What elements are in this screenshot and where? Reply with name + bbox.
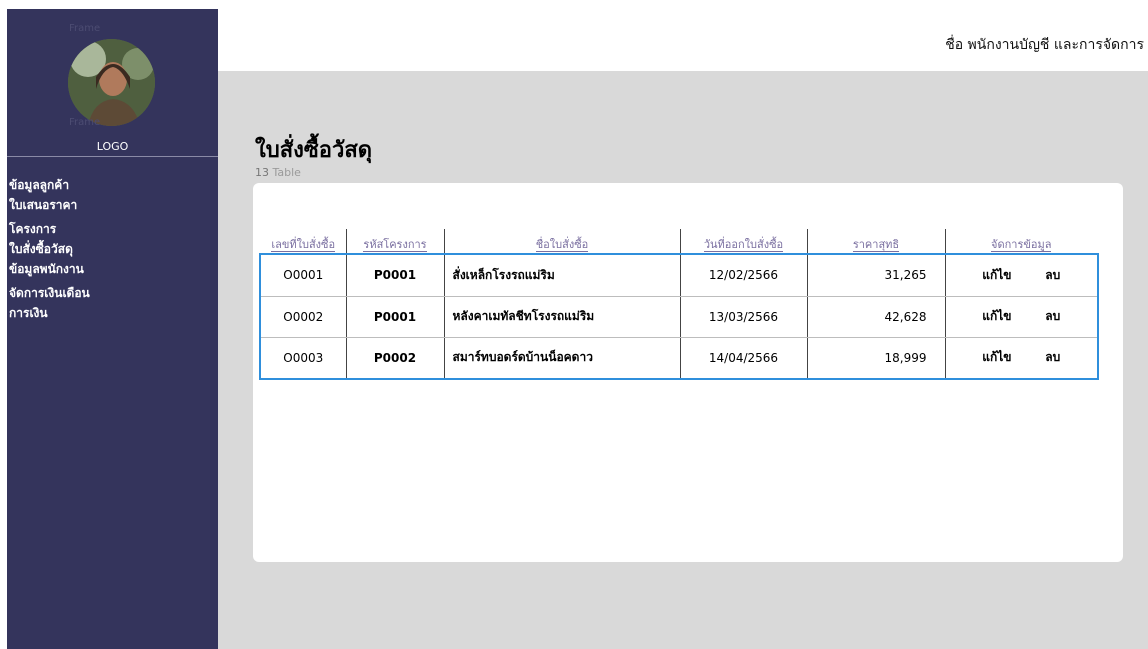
table-count-label: Table <box>269 166 301 179</box>
sidebar: Frame Frame LOGO ข้อมูลลูกค้า ใบเสนอราคา… <box>7 9 218 649</box>
top-bar: ชื่อ พนักงานบัญชี และการจัดการ <box>218 9 1148 71</box>
sidebar-item-projects[interactable]: โครงการ <box>7 219 90 239</box>
column-header-price: ราคาสุทธิ <box>807 229 946 255</box>
sidebar-item-payroll[interactable]: จัดการเงินเดือน <box>7 283 90 303</box>
cell-project-code: P0001 <box>346 296 445 338</box>
sidebar-item-employees[interactable]: ข้อมูลพนักงาน <box>7 259 90 279</box>
table-header-row: เลขที่ใบสั่งซื้อ รหัสโครงการ ชื่อใบสั่งซ… <box>261 229 1097 255</box>
logo-label: LOGO <box>96 140 129 153</box>
avatar-photo <box>68 39 155 126</box>
cell-price: 18,999 <box>807 337 946 378</box>
cell-price: 31,265 <box>807 255 946 297</box>
cell-po-name: สั่งเหล็กโรงรถแม่ริม <box>444 255 681 297</box>
page-title: ใบสั่งซื้อวัสดุ <box>255 138 373 163</box>
purchase-order-table: เลขที่ใบสั่งซื้อ รหัสโครงการ ชื่อใบสั่งซ… <box>259 229 1099 380</box>
table-row: O0003 P0002 สมาร์ทบอดร์ดบ้านน็อคดาว 14/0… <box>261 337 1097 378</box>
delete-button[interactable]: ลบ <box>1045 268 1060 282</box>
frame-tag: Frame <box>69 23 101 34</box>
cell-date: 13/03/2566 <box>680 296 808 338</box>
sidebar-item-purchase-orders[interactable]: ใบสั่งซื้อวัสดุ <box>7 239 90 259</box>
sidebar-item-customers[interactable]: ข้อมูลลูกค้า <box>7 175 90 195</box>
sidebar-nav: ข้อมูลลูกค้า ใบเสนอราคา โครงการ ใบสั่งซื… <box>7 175 90 323</box>
delete-button[interactable]: ลบ <box>1045 309 1060 323</box>
edit-button[interactable]: แก้ไข <box>982 350 1011 364</box>
cell-po-no: O0001 <box>261 255 347 297</box>
cell-date: 14/04/2566 <box>680 337 808 378</box>
cell-actions: แก้ไข ลบ <box>945 337 1097 378</box>
cell-po-no: O0003 <box>261 337 347 378</box>
page-subtitle: 13 Table <box>255 166 301 179</box>
table-row: O0001 P0001 สั่งเหล็กโรงรถแม่ริม 12/02/2… <box>261 255 1097 297</box>
cell-date: 12/02/2566 <box>680 255 808 297</box>
cell-project-code: P0001 <box>346 255 445 297</box>
cell-po-no: O0002 <box>261 296 347 338</box>
delete-button[interactable]: ลบ <box>1045 350 1060 364</box>
user-name: ชื่อ พนักงานบัญชี และการจัดการ <box>945 37 1144 53</box>
table-count: 13 <box>255 166 269 179</box>
cell-actions: แก้ไข ลบ <box>945 255 1097 297</box>
main-content: ใบสั่งซื้อวัสดุ 13 Table เลขที่ใบสั่งซื้… <box>218 71 1148 649</box>
divider <box>7 156 218 157</box>
cell-actions: แก้ไข ลบ <box>945 296 1097 338</box>
avatar <box>68 39 155 126</box>
edit-button[interactable]: แก้ไข <box>982 309 1011 323</box>
frame-tag: Frame <box>69 117 101 128</box>
cell-price: 42,628 <box>807 296 946 338</box>
column-header-date: วันที่ออกใบสั่งซื้อ <box>680 229 808 255</box>
column-header-po-no: เลขที่ใบสั่งซื้อ <box>261 229 347 255</box>
cell-po-name: หลังคาเมทัลชีทโรงรถแม่ริม <box>444 296 681 338</box>
table-row: O0002 P0001 หลังคาเมทัลชีทโรงรถแม่ริม 13… <box>261 296 1097 338</box>
cell-project-code: P0002 <box>346 337 445 378</box>
cell-po-name: สมาร์ทบอดร์ดบ้านน็อคดาว <box>444 337 681 378</box>
sidebar-item-quotation[interactable]: ใบเสนอราคา <box>7 195 90 215</box>
table-card: เลขที่ใบสั่งซื้อ รหัสโครงการ ชื่อใบสั่งซ… <box>253 183 1123 562</box>
column-header-project-code: รหัสโครงการ <box>346 229 445 255</box>
edit-button[interactable]: แก้ไข <box>982 268 1011 282</box>
sidebar-item-finance[interactable]: การเงิน <box>7 303 90 323</box>
column-header-po-name: ชื่อใบสั่งซื้อ <box>444 229 681 255</box>
column-header-actions: จัดการข้อมูล <box>991 238 1052 252</box>
